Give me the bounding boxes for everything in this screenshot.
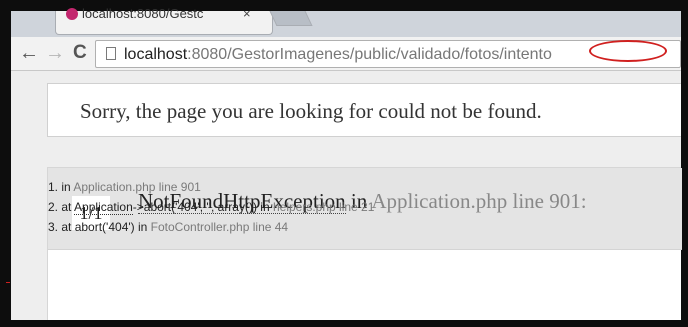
reload-icon[interactable]: C [73, 42, 87, 64]
trace-number: 1. [48, 180, 59, 194]
not-found-box: Sorry, the page you are looking for coul… [47, 83, 681, 137]
trace-file-link[interactable]: FotoController.php line 44 [151, 220, 288, 234]
laravel-favicon-icon [66, 8, 78, 20]
url-host: localhost [124, 46, 188, 63]
trace-class-link[interactable]: Application [74, 200, 133, 215]
stack-trace-line: 3. at abort('404') in FotoController.php… [48, 217, 374, 237]
page-content: Sorry, the page you are looking for coul… [11, 71, 682, 320]
trace-number: 2. [48, 200, 59, 214]
page-icon [106, 47, 116, 60]
stack-trace-line: 1. in Application.php line 901 [48, 177, 374, 197]
close-icon[interactable]: × [243, 6, 251, 21]
tab-title: localhost:8080/Gestc [82, 6, 204, 21]
exception-location: Application.php line 901: [371, 189, 587, 213]
trace-number: 3. [48, 220, 59, 234]
browser-toolbar: ← → C localhost:8080/GestorImagenes/publ… [11, 37, 681, 71]
trace-prefix: at [61, 220, 75, 234]
stack-trace-line: 2. at Application->abort('404', '', arra… [48, 197, 374, 217]
red-annotation-circle [589, 40, 667, 62]
trace-file-link[interactable]: Application.php line 901 [73, 180, 200, 194]
trace-call: ->abort('404', '', array()) in [132, 200, 273, 214]
not-found-message: Sorry, the page you are looking for coul… [80, 99, 542, 123]
browser-tab[interactable]: localhost:8080/Gestc × [55, 6, 273, 35]
tab-strip: localhost:8080/Gestc × [11, 6, 681, 37]
url-path: :8080/GestorImagenes/public/validado/fot… [187, 46, 552, 63]
window-frame-bottom [0, 320, 688, 327]
window-frame-right [681, 0, 688, 327]
red-annotation-mark [6, 282, 10, 283]
new-tab-button[interactable] [269, 11, 313, 26]
trace-call: abort('404') in [74, 220, 151, 234]
trace-prefix: in [61, 180, 74, 194]
trace-file-link[interactable]: helpers.php line 21 [273, 200, 374, 214]
stack-trace: 1. in Application.php line 901 2. at App… [48, 177, 374, 237]
window-frame-left [0, 0, 11, 327]
url-text[interactable]: localhost:8080/GestorImagenes/public/val… [124, 46, 552, 64]
trace-prefix: at [61, 200, 75, 214]
forward-arrow-icon[interactable]: → [45, 42, 65, 64]
address-bar[interactable]: localhost:8080/GestorImagenes/public/val… [95, 40, 681, 68]
back-arrow-icon[interactable]: ← [19, 42, 39, 64]
